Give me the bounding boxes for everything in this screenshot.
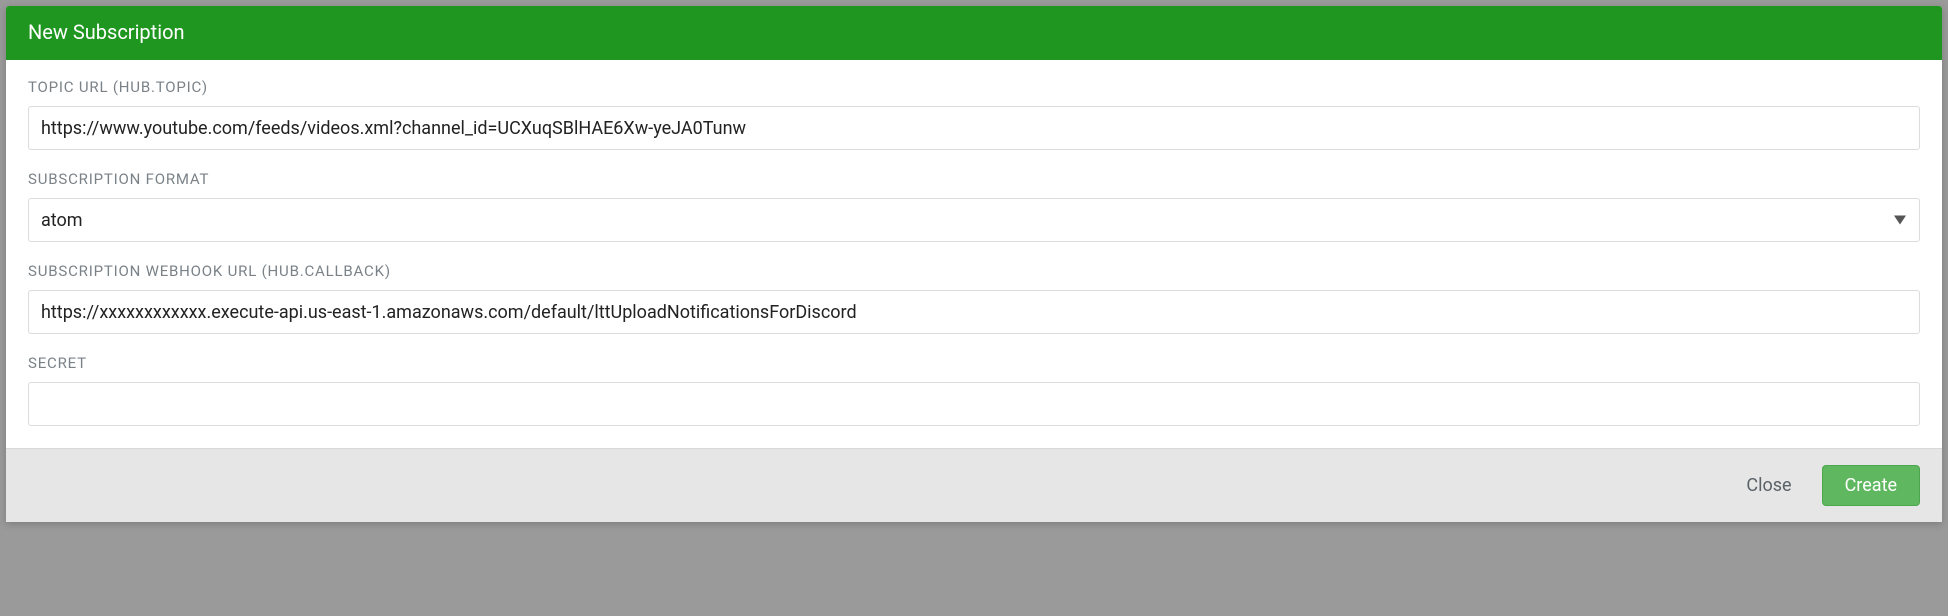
modal-title: New Subscription: [28, 20, 185, 44]
modal-body: TOPIC URL (HUB.TOPIC) SUBSCRIPTION FORMA…: [6, 60, 1942, 448]
modal-footer: Close Create: [6, 448, 1942, 522]
subscription-format-select[interactable]: atom: [28, 198, 1920, 242]
webhook-url-input[interactable]: [28, 290, 1920, 334]
close-button[interactable]: Close: [1732, 465, 1805, 506]
topic-url-label: TOPIC URL (HUB.TOPIC): [28, 78, 1920, 96]
secret-input[interactable]: [28, 382, 1920, 426]
topic-url-input[interactable]: [28, 106, 1920, 150]
subscription-format-group: SUBSCRIPTION FORMAT atom: [28, 170, 1920, 242]
create-button[interactable]: Create: [1822, 465, 1920, 506]
subscription-format-select-wrapper: atom: [28, 198, 1920, 242]
secret-label: SECRET: [28, 354, 1920, 372]
modal-header: New Subscription: [6, 6, 1942, 60]
subscription-format-label: SUBSCRIPTION FORMAT: [28, 170, 1920, 188]
webhook-url-group: SUBSCRIPTION WEBHOOK URL (HUB.CALLBACK): [28, 262, 1920, 334]
webhook-url-label: SUBSCRIPTION WEBHOOK URL (HUB.CALLBACK): [28, 262, 1920, 280]
secret-group: SECRET: [28, 354, 1920, 426]
topic-url-group: TOPIC URL (HUB.TOPIC): [28, 78, 1920, 150]
new-subscription-modal: New Subscription TOPIC URL (HUB.TOPIC) S…: [6, 6, 1942, 522]
